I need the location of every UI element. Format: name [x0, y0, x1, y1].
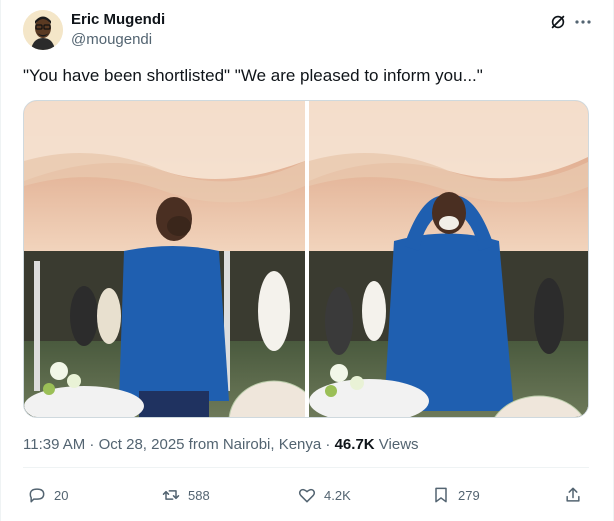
like-icon [298, 488, 316, 503]
bookmark-button[interactable]: 279 [431, 480, 480, 510]
share-button[interactable] [563, 480, 590, 510]
author-name[interactable]: Eric Mugendi [71, 11, 165, 28]
views-label: Views [374, 436, 419, 453]
media-photo-right[interactable] [309, 101, 588, 417]
bookmark-count: 279 [458, 487, 480, 503]
avatar[interactable] [23, 10, 63, 50]
reply-count: 20 [54, 487, 69, 503]
meta-separator: · [321, 436, 335, 453]
tweet-media [23, 100, 589, 418]
media-photo-left[interactable] [24, 101, 305, 417]
tweet-date[interactable]: Oct 28, 2025 [99, 436, 185, 453]
reply-button[interactable]: 20 [27, 480, 68, 510]
meta-separator: · [85, 436, 99, 453]
bookmark-icon [435, 487, 447, 503]
like-button[interactable]: 4.2K [297, 480, 351, 510]
tweet-card: Eric Mugendi @mougendi "You have been sh… [0, 0, 614, 521]
repost-icon [162, 490, 180, 500]
repost-button[interactable]: 588 [161, 480, 210, 510]
tweet-time[interactable]: 11:39 AM [23, 436, 85, 453]
grok-icon[interactable] [549, 13, 567, 31]
share-icon [566, 487, 580, 502]
tweet-text: "You have been shortlisted" "We are plea… [23, 66, 483, 85]
author-handle[interactable]: @mougendi [71, 31, 152, 48]
action-bar: 20 588 4.2K 279 [23, 480, 589, 510]
views-count: 46.7K [334, 436, 375, 453]
divider [23, 467, 589, 468]
repost-count: 588 [188, 487, 210, 503]
tweet-meta: 11:39 AM · Oct 28, 2025 from Nairobi, Ke… [23, 436, 419, 453]
tweet-header: Eric Mugendi @mougendi [23, 10, 593, 52]
like-count: 4.2K [324, 487, 351, 503]
more-icon[interactable] [573, 12, 593, 32]
tweet-location: from Nairobi, Kenya [184, 436, 322, 453]
reply-icon [29, 488, 45, 503]
